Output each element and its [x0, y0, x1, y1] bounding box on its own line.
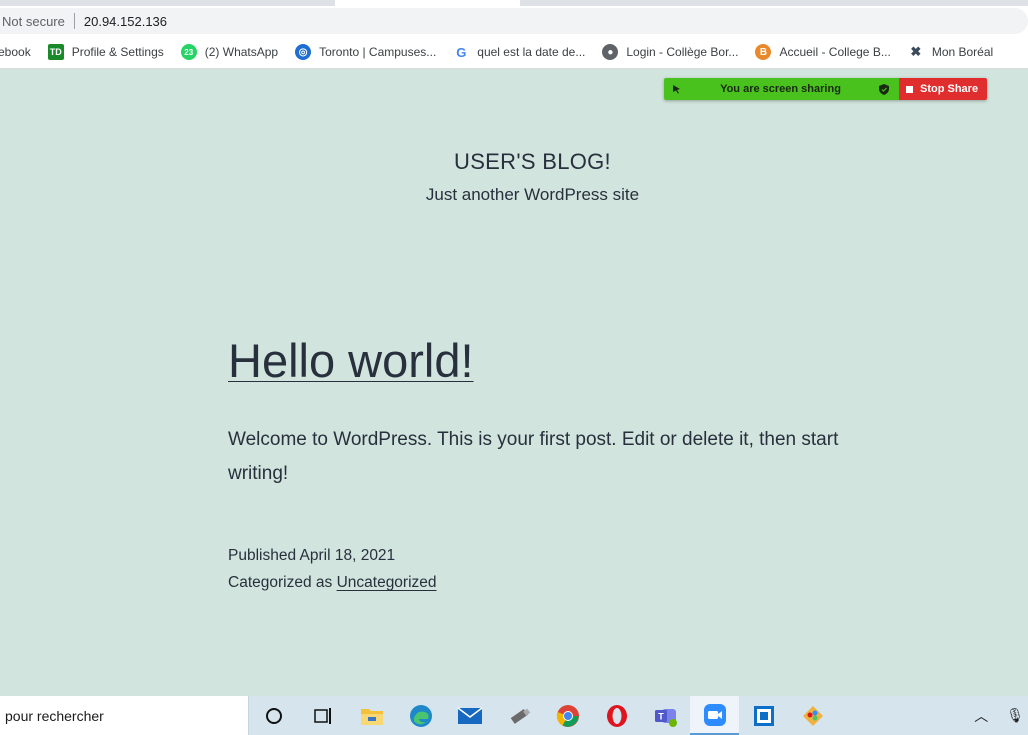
- site-description: Just another WordPress site: [425, 185, 640, 204]
- screen-share-status[interactable]: You are screen sharing: [664, 78, 899, 100]
- security-indicator[interactable]: Not secure: [2, 14, 65, 29]
- teams-icon[interactable]: T: [641, 696, 690, 735]
- bookmark-accueil[interactable]: B Accueil - College B...: [755, 44, 891, 60]
- url-text[interactable]: 20.94.152.136: [84, 14, 167, 29]
- campus-globe-icon: ◎: [295, 44, 312, 60]
- bookmark-label: (2) WhatsApp: [204, 45, 279, 59]
- google-icon: G: [456, 44, 467, 60]
- globe-icon: ●: [602, 44, 619, 60]
- bookmark-td[interactable]: TD Profile & Settings: [47, 44, 164, 60]
- site-title[interactable]: USER'S BLOG!: [0, 149, 1028, 175]
- screen-share-label: You are screen sharing: [720, 83, 841, 95]
- bookmark-google[interactable]: G quel est la date de...: [453, 44, 585, 60]
- bookmark-label: Login - Collège Bor...: [626, 45, 739, 59]
- post-content: Welcome to WordPress. This is your first…: [228, 429, 839, 484]
- edge-icon[interactable]: [396, 696, 445, 735]
- bookmark-label: Toronto | Campuses...: [319, 45, 437, 59]
- puzzle-icon: ✖: [910, 44, 922, 59]
- zoom-icon[interactable]: [690, 696, 739, 735]
- category-prefix: Categorized as: [228, 574, 333, 591]
- college-b-icon: B: [755, 44, 772, 60]
- search-placeholder: pour rechercher: [5, 707, 104, 724]
- bookmark-label: Profile & Settings: [71, 45, 164, 59]
- bookmark-label: quel est la date de...: [477, 45, 586, 59]
- bookmark-login-college[interactable]: ● Login - Collège Bor...: [602, 44, 738, 60]
- whatsapp-icon: 23: [180, 44, 197, 60]
- bookmark-label: ebook: [0, 45, 31, 59]
- post-meta: Published April 18, 2021 Categorized as …: [228, 542, 437, 596]
- paint-icon[interactable]: [788, 696, 837, 735]
- post-category: Categorized as Uncategorized: [228, 569, 437, 596]
- td-bank-icon: TD: [47, 44, 64, 60]
- microphone-icon[interactable]: 🎙: [1006, 707, 1024, 724]
- category-link[interactable]: Uncategorized: [337, 574, 437, 591]
- cortana-icon[interactable]: [249, 696, 298, 735]
- post-title-link[interactable]: Hello world!: [228, 333, 474, 388]
- bookmark-facebook[interactable]: ebook: [0, 45, 31, 59]
- system-tray: ︿ 🎙: [974, 706, 1028, 726]
- screen-share-banner: You are screen sharing Stop Share: [664, 78, 987, 100]
- drag-handle-icon[interactable]: [672, 84, 682, 94]
- bookmark-whatsapp[interactable]: 23 (2) WhatsApp: [180, 44, 279, 60]
- stop-share-label: Stop Share: [920, 83, 979, 95]
- bookmarks-bar: ebook TD Profile & Settings 23 (2) Whats…: [0, 36, 1028, 69]
- bookmark-label: Accueil - College B...: [779, 45, 891, 59]
- published-date: Published April 18, 2021: [228, 547, 396, 564]
- chrome-icon[interactable]: [543, 696, 592, 735]
- opera-icon[interactable]: [592, 696, 641, 735]
- bookmark-mon-boreal[interactable]: ✖ Mon Boréal: [908, 44, 993, 60]
- taskbar-search-box[interactable]: pour rechercher: [0, 696, 249, 735]
- bookmark-label: Mon Boréal: [931, 45, 994, 59]
- mail-icon[interactable]: [445, 696, 494, 735]
- shield-icon: [878, 83, 889, 95]
- address-separator: [73, 13, 75, 29]
- address-bar[interactable]: Not secure 20.94.152.136: [0, 8, 1028, 34]
- taskbar: pour rechercher T ︿ 🎙: [0, 696, 1028, 735]
- file-explorer-icon[interactable]: [347, 696, 396, 735]
- usb-drive-icon[interactable]: [494, 696, 543, 735]
- address-bar-row: Not secure 20.94.152.136: [0, 6, 1028, 36]
- task-view-icon[interactable]: [298, 696, 347, 735]
- stop-icon: [906, 85, 913, 93]
- remote-desktop-icon[interactable]: [739, 696, 788, 735]
- bookmark-toronto[interactable]: ◎ Toronto | Campuses...: [295, 44, 436, 60]
- stop-share-button[interactable]: Stop Share: [899, 78, 987, 100]
- svg-text:T: T: [658, 711, 664, 721]
- chevron-up-icon[interactable]: ︿: [974, 706, 988, 726]
